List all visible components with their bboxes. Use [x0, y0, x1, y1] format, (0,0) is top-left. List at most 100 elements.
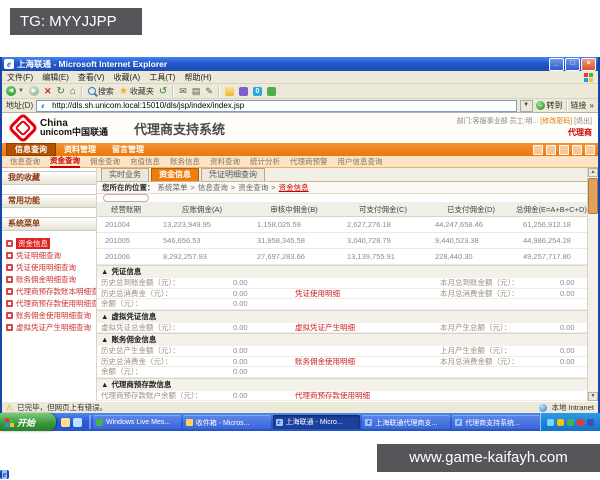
search-button[interactable]: 搜索	[88, 86, 114, 97]
commission-usage-detail-link[interactable]: 账务佣金使用明细	[295, 357, 440, 367]
sidebar-section-favorites[interactable]: 我的收藏	[2, 171, 96, 185]
breadcrumb-system-menu[interactable]: 系统菜单	[158, 182, 188, 193]
deposit-usage-detail-link[interactable]: 代理商预存款使用明细	[295, 391, 440, 401]
sidebar-item-deposit-ledger-detail[interactable]: 代理商预存款账本明细查询	[2, 285, 96, 297]
scroll-up-icon[interactable]: ▲	[588, 168, 598, 177]
forward-button[interactable]: ▶	[29, 86, 39, 96]
menu-bar: 文件(F) 编辑(E) 查看(V) 收藏(A) 工具(T) 帮助(H)	[2, 71, 598, 84]
field-label: 虚拟凭证总金额（元）：	[101, 323, 233, 333]
refresh-button[interactable]: ↻	[57, 86, 65, 97]
subnav-data-query[interactable]: 资料查询	[210, 156, 240, 167]
back-button[interactable]: ◀▼	[6, 86, 24, 96]
section-virtual-voucher-info[interactable]: ▲ 虚拟凭证信息	[97, 310, 587, 323]
sidebar-item-deposit-usage-detail[interactable]: 代理商预存款使用明细查询	[2, 297, 96, 309]
nav-tool-icon-4[interactable]	[572, 145, 582, 155]
history-button[interactable]: ↺	[159, 86, 167, 97]
taskbtn-inbox[interactable]: 收件箱 - Micros...	[183, 415, 271, 429]
change-password-link[interactable]: [修改密码]	[540, 118, 572, 125]
taskbtn-agent-system[interactable]: e代理商支持系统...	[452, 415, 540, 429]
menu-edit[interactable]: 编辑(E)	[42, 72, 69, 83]
address-dropdown-icon[interactable]: ▼	[520, 100, 533, 112]
quicklaunch-ie-icon[interactable]: e	[0, 470, 9, 479]
nav-tool-icon-2[interactable]	[546, 145, 556, 155]
subnav-fund-query[interactable]: 资金查询	[50, 155, 80, 168]
im-app-icon[interactable]	[239, 87, 248, 96]
address-input[interactable]: e http://dls.sh.unicom.local:15010/dls/j…	[36, 100, 516, 112]
messenger-icon[interactable]	[267, 87, 276, 96]
menu-view[interactable]: 查看(V)	[78, 72, 105, 83]
breadcrumb-fund-info[interactable]: 资金信息	[279, 182, 309, 193]
taskbar: 开始 e Windows Live Mes... 收件箱 - Micros...…	[0, 413, 600, 431]
minimize-button[interactable]: _	[549, 58, 564, 71]
quicklaunch-desktop-icon[interactable]	[73, 418, 82, 427]
sidebar-item-voucher-detail[interactable]: 凭证明细查询	[2, 249, 96, 261]
tray-icon[interactable]	[577, 419, 584, 426]
subnav-commission-query[interactable]: 佣金查询	[90, 156, 120, 167]
screen: TG: MYYJJPP e 上海联通 - Microsoft Internet …	[0, 0, 600, 480]
logout-link[interactable]: [退出]	[574, 118, 592, 125]
subnav-info-query[interactable]: 信息查询	[10, 156, 40, 167]
subnav-user-info-query[interactable]: 用户信息查询	[338, 156, 383, 167]
subnav-agent-warning[interactable]: 代理商预警	[290, 156, 328, 167]
breadcrumb-fund-query[interactable]: 资金查询	[238, 182, 268, 193]
section-commission-info[interactable]: ▲ 账务佣金信息	[97, 333, 587, 346]
tray-icon[interactable]	[587, 419, 594, 426]
section-agent-deposit-info[interactable]: ▲ 代理商预存款信息	[97, 378, 587, 391]
tab-fund-info[interactable]: 资金信息	[151, 168, 199, 181]
tab-voucher-detail-query[interactable]: 凭证明细查询	[201, 168, 265, 181]
subnav-recharge-info[interactable]: 充值信息	[130, 156, 160, 167]
links-label[interactable]: 链接	[571, 100, 587, 111]
home-button[interactable]: ⌂	[70, 86, 76, 97]
menu-file[interactable]: 文件(F)	[7, 72, 33, 83]
field-value: 0.00	[560, 357, 575, 366]
sidebar-item-virtual-voucher-detail[interactable]: 虚拟凭证产生明细查询	[2, 321, 96, 333]
nav-tool-icon-3[interactable]	[559, 145, 569, 155]
taskbtn-shanghai-unicom[interactable]: e上海联通 - Micro...	[273, 415, 361, 429]
scroll-down-icon[interactable]: ▼	[588, 392, 598, 401]
print-button[interactable]: ▤	[192, 86, 201, 97]
mail-button[interactable]: ✉	[179, 86, 187, 97]
edit-button[interactable]: ✎	[205, 86, 213, 97]
tray-icon[interactable]	[567, 419, 574, 426]
sidebar-item-commission-detail[interactable]: 账务佣金明细查询	[2, 273, 96, 285]
subnav-account-info[interactable]: 账务信息	[170, 156, 200, 167]
go-button[interactable]: → 转到	[536, 100, 563, 111]
tab-realtime-business[interactable]: 实时业务	[101, 168, 149, 181]
menu-favorites[interactable]: 收藏(A)	[114, 72, 141, 83]
collapsed-filter-control[interactable]	[103, 194, 149, 202]
favorites-button[interactable]: ★收藏夹	[119, 86, 154, 97]
content-scrollbar[interactable]: ▲ ▼	[587, 168, 598, 401]
field-label: 代理商预存款账户余额（元）：	[101, 391, 233, 401]
maximize-button[interactable]: □	[565, 58, 580, 71]
stop-button[interactable]: ✕	[44, 86, 52, 97]
skype-icon[interactable]: 0	[253, 87, 262, 96]
nav-tab-info-query[interactable]: 信息查询	[6, 143, 56, 156]
back-dropdown-icon[interactable]: ▼	[18, 88, 24, 94]
sidebar-item-voucher-usage-detail[interactable]: 凭证使用明细查询	[2, 261, 96, 273]
taskbtn-messenger[interactable]: Windows Live Mes...	[93, 415, 181, 429]
tray-icon[interactable]	[547, 419, 554, 426]
scroll-thumb[interactable]	[588, 178, 598, 214]
breadcrumb-info-query[interactable]: 信息查询	[198, 182, 228, 193]
sidebar-item-fund-info[interactable]: 资金信息	[2, 237, 96, 249]
folder-icon[interactable]	[225, 87, 234, 96]
menu-tools[interactable]: 工具(T)	[149, 72, 175, 83]
tray-icon[interactable]	[557, 419, 564, 426]
virtual-voucher-detail-link[interactable]: 虚拟凭证产生明细	[295, 323, 440, 333]
sidebar-item-commission-usage-detail[interactable]: 账务佣金使用明细查询	[2, 309, 96, 321]
taskbtn-agent-portal[interactable]: e上海联通代理商支...	[362, 415, 450, 429]
nav-tab-message-manage[interactable]: 留言管理	[104, 143, 152, 156]
links-more-icon[interactable]: »	[590, 101, 594, 110]
nav-tool-icon-5[interactable]	[585, 145, 595, 155]
close-button[interactable]: ×	[581, 58, 596, 71]
start-button[interactable]: 开始	[0, 413, 56, 431]
search-label: 搜索	[98, 86, 114, 97]
nav-tool-icon-1[interactable]	[533, 145, 543, 155]
menu-help[interactable]: 帮助(H)	[184, 72, 211, 83]
sidebar-section-system-menu[interactable]: 系统菜单	[2, 217, 96, 231]
section-voucher-info[interactable]: ▲ 凭证信息	[97, 265, 587, 278]
subnav-stat-analysis[interactable]: 统计分析	[250, 156, 280, 167]
sidebar-section-common[interactable]: 常用功能	[2, 194, 96, 208]
quicklaunch-mail-icon[interactable]	[61, 418, 70, 427]
voucher-usage-detail-link[interactable]: 凭证使用明细	[295, 289, 440, 299]
